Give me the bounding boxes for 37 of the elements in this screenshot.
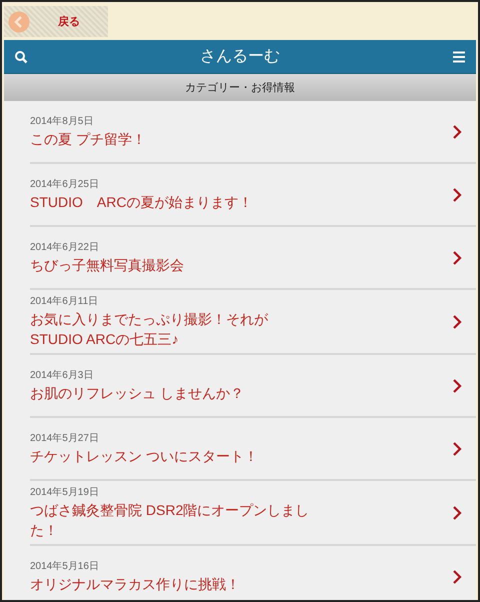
chevron-right-icon — [452, 440, 462, 456]
post-title: オリジナルマラカス作りに挑戦！ — [30, 575, 241, 594]
post-link[interactable]: 2014年5月27日 チケットレッスン ついにスタート！ — [30, 418, 476, 479]
post-date: 2014年5月16日 — [30, 560, 100, 573]
post-link[interactable]: 2014年6月3日 お肌のリフレッシュ しませんか？ — [30, 355, 476, 416]
post-title: STUDIO ARCの夏が始まります！ — [30, 193, 254, 212]
post-link[interactable]: 2014年6月22日 ちびっ子無料写真撮影会 — [30, 227, 476, 288]
back-button[interactable]: 戻る — [4, 6, 108, 37]
post-title: ちびっ子無料写真撮影会 — [30, 256, 185, 275]
chevron-right-icon — [452, 186, 462, 202]
post-date: 2014年6月22日 — [30, 241, 100, 254]
post-link[interactable]: 2014年6月25日 STUDIO ARCの夏が始まります！ — [30, 164, 476, 225]
post-link[interactable]: 2014年6月11日 お気に入りまでたっぷり撮影！それがSTUDIO ARCの七五三♪ — [30, 290, 476, 353]
post-link[interactable]: 2014年5月16日 オリジナルマラカス作りに挑戦！ — [30, 546, 476, 600]
post-title: この夏 プチ留学！ — [30, 130, 147, 149]
post-title: チケットレッスン ついにスタート！ — [30, 447, 259, 466]
menu-icon[interactable] — [452, 50, 466, 64]
post-date: 2014年8月5日 — [30, 115, 94, 128]
post-link[interactable]: 2014年5月19日 つばさ鍼灸整骨院 DSR2階にオープンしました！ — [30, 481, 476, 544]
post-date: 2014年6月25日 — [30, 178, 100, 191]
post-date: 2014年6月11日 — [30, 295, 100, 308]
category-title: カテゴリー・お得情報 — [185, 81, 295, 95]
post-link[interactable]: 2014年8月5日 この夏 プチ留学！ — [30, 101, 476, 162]
post-date: 2014年5月27日 — [30, 432, 100, 445]
post-title: お気に入りまでたっぷり撮影！それがSTUDIO ARCの七五三♪ — [30, 310, 269, 349]
post-date: 2014年6月3日 — [30, 369, 94, 382]
chevron-right-icon — [452, 378, 462, 394]
chevron-right-icon — [452, 568, 462, 584]
chevron-right-icon — [452, 504, 462, 520]
chevron-right-icon — [452, 124, 462, 140]
search-icon[interactable] — [14, 50, 28, 64]
app-title: さんるーむ — [200, 47, 280, 67]
post-title: お肌のリフレッシュ しませんか？ — [30, 384, 245, 403]
chevron-right-icon — [452, 250, 462, 266]
chevron-right-icon — [452, 314, 462, 330]
post-title: つばさ鍼灸整骨院 DSR2階にオープンしました！ — [30, 501, 310, 540]
post-date: 2014年5月19日 — [30, 486, 100, 499]
